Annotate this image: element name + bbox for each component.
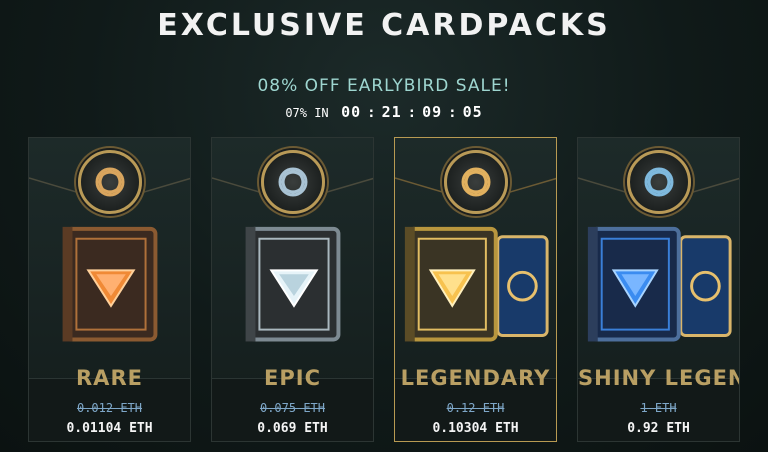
countdown-separator: : (407, 105, 417, 121)
countdown-minutes: 21 (381, 103, 402, 121)
cardpack-list: RARE 0.012 ETH 0.01104 ETH EPIC 0.075 ET… (28, 137, 744, 447)
countdown-extra: 05 (462, 103, 483, 121)
pack-new-price: 0.10304 ETH (432, 421, 519, 436)
pack-name: LEGENDARY (400, 366, 551, 390)
page-title: EXCLUSIVE CARDPACKS (157, 8, 611, 43)
knot-emblem-icon (260, 150, 325, 214)
sale-banner: 08% OFF EARLYBIRD SALE! (257, 76, 511, 96)
epic-pack-art (245, 226, 341, 342)
countdown-separator: : (367, 105, 376, 121)
cardpack-shiny-legendary[interactable]: SHINY LEGENDAR 1 ETH 0.92 ETH (577, 137, 740, 442)
pack-name: SHINY LEGENDAR (578, 366, 739, 390)
pack-new-price: 0.92 ETH (627, 421, 690, 436)
rare-pack-art (62, 226, 158, 342)
pack-old-price: 1 ETH (640, 401, 677, 415)
cardpack-rare[interactable]: RARE 0.012 ETH 0.01104 ETH (28, 137, 191, 442)
pack-old-price: 0.012 ETH (76, 401, 143, 415)
countdown-prefix: 07% IN (285, 106, 329, 120)
pack-name: RARE (76, 366, 143, 390)
countdown-hours: 00 (341, 103, 362, 121)
countdown-timer: 07% IN 00:21:09:05 (0, 103, 768, 121)
cardpack-legendary[interactable]: LEGENDARY 0.12 ETH 0.10304 ETH (394, 137, 557, 442)
legendary-pack-art (404, 226, 549, 342)
pack-new-price: 0.01104 ETH (66, 421, 153, 436)
pack-new-price: 0.069 ETH (257, 421, 328, 436)
pack-old-price: 0.075 ETH (259, 401, 326, 415)
cardpack-epic[interactable]: EPIC 0.075 ETH 0.069 ETH (211, 137, 374, 442)
pack-old-price: 0.12 ETH (446, 401, 505, 415)
knot-emblem-icon (626, 150, 691, 214)
knot-emblem-icon (443, 150, 508, 214)
pack-name: EPIC (264, 366, 321, 390)
countdown-seconds: 09 (422, 103, 443, 121)
knot-emblem-icon (77, 150, 142, 214)
countdown-separator: : (448, 105, 457, 121)
shiny-legendary-pack-art (587, 226, 732, 342)
